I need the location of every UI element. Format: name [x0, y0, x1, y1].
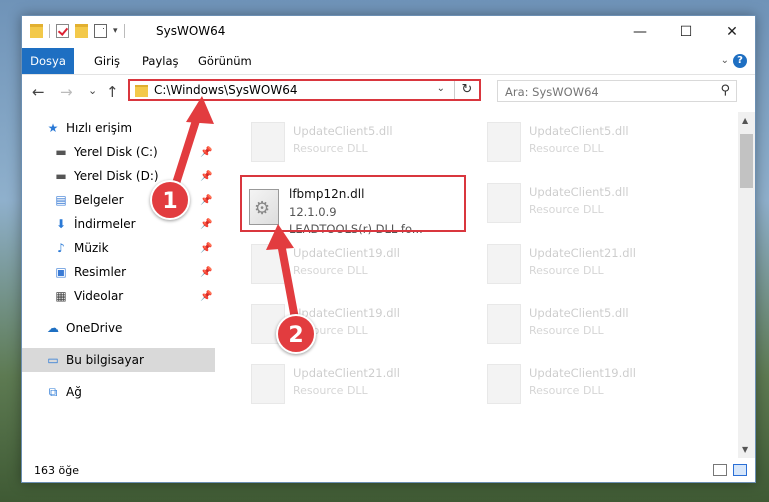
network-icon: ⧉	[48, 384, 58, 399]
pin-icon[interactable]: 📌	[200, 219, 212, 230]
forward-button[interactable]: →	[60, 83, 73, 101]
search-input[interactable]	[503, 83, 707, 101]
sidebar-item-music[interactable]: ♪ Müzik 📌	[22, 236, 215, 260]
sidebar-item-this-pc[interactable]: ▭ Bu bilgisayar	[22, 348, 215, 372]
title-bar: ▾ SysWOW64 — ☐ ✕	[22, 16, 755, 48]
pin-icon[interactable]: 📌	[200, 195, 212, 206]
status-bar: 163 öğe	[22, 460, 755, 482]
scroll-down-icon[interactable]: ▼	[742, 445, 748, 454]
list-item[interactable]: UpdateClient21.dll Resource DLL	[243, 360, 463, 416]
maximize-button[interactable]: ☐	[663, 16, 709, 48]
dll-file-icon	[487, 122, 521, 162]
folder-icon	[30, 24, 43, 38]
dll-file-icon	[487, 183, 521, 223]
cloud-icon: ☁	[47, 321, 59, 335]
videos-icon: ▦	[55, 289, 67, 303]
folder-icon	[135, 85, 148, 97]
pin-icon[interactable]: 📌	[200, 171, 212, 182]
item-count: 163 öğe	[34, 464, 79, 477]
dll-file-icon	[251, 244, 285, 284]
tab-home[interactable]: Giriş	[82, 48, 132, 74]
drive-icon: ▬	[55, 145, 67, 159]
list-item[interactable]: UpdateClient19.dll Resource DLL	[243, 240, 463, 296]
search-icon[interactable]: ⚲	[720, 83, 730, 98]
sidebar-item-pictures[interactable]: ▣ Resimler 📌	[22, 260, 215, 284]
scroll-up-icon[interactable]: ▲	[742, 116, 748, 125]
drive-icon: ▬	[55, 169, 67, 183]
pin-icon[interactable]: 📌	[200, 147, 212, 158]
tab-share[interactable]: Paylaş	[130, 48, 191, 74]
pin-icon[interactable]: 📌	[200, 291, 212, 302]
step-badge-2: 2	[276, 314, 316, 354]
list-item[interactable]: UpdateClient5.dll Resource DLL	[479, 118, 699, 174]
up-button[interactable]: ↑	[106, 83, 119, 101]
list-item[interactable]: UpdateClient21.dll Resource DLL	[479, 240, 699, 296]
properties-check-icon[interactable]	[56, 24, 69, 38]
sidebar-item-onedrive[interactable]: ☁ OneDrive	[22, 316, 215, 340]
step-badge-1: 1	[150, 180, 190, 220]
dll-file-icon	[487, 304, 521, 344]
new-folder-icon[interactable]	[75, 24, 88, 38]
list-item[interactable]: UpdateClient5.dll Resource DLL	[479, 300, 699, 356]
explorer-window: ▾ SysWOW64 — ☐ ✕ Dosya Giriş Paylaş Görü…	[21, 15, 756, 483]
file-list: UpdateClient5.dll Resource DLL lfbmp12n.…	[221, 112, 731, 452]
large-icons-view-icon[interactable]	[733, 464, 747, 476]
vertical-scrollbar[interactable]: ▲ ▼	[738, 112, 755, 458]
sidebar-item-downloads[interactable]: ⬇ İndirmeler 📌	[22, 212, 215, 236]
search-box[interactable]: ⚲	[497, 80, 737, 102]
dll-file-icon	[251, 122, 285, 162]
documents-icon: ▤	[55, 193, 67, 207]
sidebar-item-videos[interactable]: ▦ Videolar 📌	[22, 284, 215, 308]
navigation-bar: ← → ⌄ ↑ C:\Windows\SysWOW64 ⌄ ↻ ⚲	[22, 75, 755, 109]
address-bar[interactable]: C:\Windows\SysWOW64 ⌄ ↻	[128, 79, 481, 101]
scrollbar-thumb[interactable]	[740, 134, 753, 188]
details-view-icon[interactable]	[713, 464, 727, 476]
dll-file-icon	[251, 364, 285, 404]
download-icon: ⬇	[55, 217, 67, 231]
list-item[interactable]: UpdateClient5.dll Resource DLL	[479, 179, 699, 235]
refresh-button[interactable]: ↻	[454, 81, 479, 99]
back-button[interactable]: ←	[32, 83, 45, 101]
view-options-icon[interactable]	[94, 24, 107, 38]
minimize-button[interactable]: —	[617, 16, 663, 48]
star-icon: ★	[47, 121, 59, 135]
sidebar-item-local-disk-d[interactable]: ▬ Yerel Disk (D:) 📌	[22, 164, 215, 188]
tab-file[interactable]: Dosya	[22, 48, 74, 74]
tab-view[interactable]: Görünüm	[186, 48, 264, 74]
ribbon-tabs: Dosya Giriş Paylaş Görünüm ⌄ ?	[22, 48, 755, 75]
address-path: C:\Windows\SysWOW64	[154, 83, 298, 97]
highlight-box-file	[240, 175, 466, 232]
music-icon: ♪	[57, 241, 65, 255]
pin-icon[interactable]: 📌	[200, 267, 212, 278]
dll-file-icon	[487, 244, 521, 284]
address-dropdown-icon[interactable]: ⌄	[437, 83, 445, 94]
dll-file-icon	[487, 364, 521, 404]
list-item[interactable]: UpdateClient5.dll Resource DLL	[243, 118, 463, 174]
pin-icon[interactable]: 📌	[200, 243, 212, 254]
customize-toolbar-chevron-icon[interactable]: ▾	[113, 26, 118, 36]
window-title: SysWOW64	[156, 24, 226, 38]
sidebar-item-local-disk-c[interactable]: ▬ Yerel Disk (C:) 📌	[22, 140, 215, 164]
list-item[interactable]: UpdateClient19.dll Resource DLL	[479, 360, 699, 416]
help-icon[interactable]: ?	[733, 54, 747, 68]
navigation-pane: ★ Hızlı erişim ▬ Yerel Disk (C:) 📌 ▬ Yer…	[22, 116, 215, 436]
computer-icon: ▭	[47, 353, 59, 367]
expand-ribbon-chevron-icon[interactable]: ⌄	[721, 55, 729, 66]
quick-access-toolbar: ▾	[30, 24, 125, 38]
close-button[interactable]: ✕	[709, 16, 755, 48]
sidebar-item-network[interactable]: ⧉ Ağ	[22, 380, 215, 404]
pictures-icon: ▣	[55, 265, 67, 279]
recent-locations-button[interactable]: ⌄	[88, 84, 97, 97]
sidebar-item-quick-access[interactable]: ★ Hızlı erişim	[22, 116, 215, 140]
